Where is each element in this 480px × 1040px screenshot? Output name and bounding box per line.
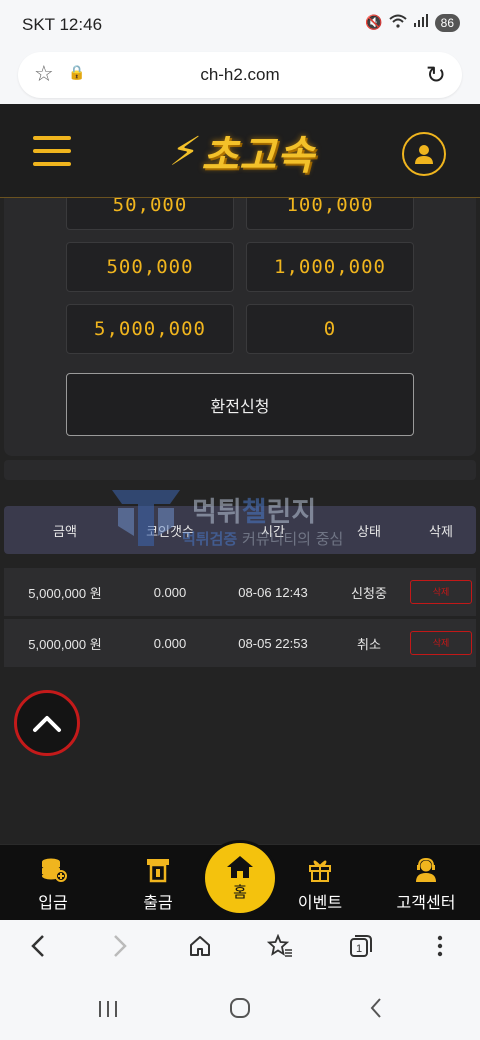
header-amount: 금액 bbox=[53, 524, 77, 540]
table-row: 5,000,000 원 0.000 08-05 22:53 취소 삭제 bbox=[4, 619, 476, 667]
nav-deposit-label: 입금 bbox=[38, 893, 68, 912]
row-time: 08-06 12:43 bbox=[238, 584, 308, 600]
gift-icon bbox=[272, 857, 368, 885]
site-header: ⚡ 초고속 bbox=[0, 104, 480, 198]
amount-button-5000000[interactable]: 5,000,000 bbox=[66, 304, 234, 354]
headset-agent-icon bbox=[378, 857, 474, 885]
row-time: 08-05 22:53 bbox=[238, 635, 308, 651]
header-coins: 코인갯수 bbox=[146, 524, 194, 540]
user-icon bbox=[415, 145, 433, 164]
nav-withdraw[interactable]: 출금 bbox=[110, 857, 206, 913]
reload-icon[interactable]: ↻ bbox=[426, 61, 446, 89]
url-text[interactable]: ch-h2.com bbox=[18, 65, 462, 85]
row-amount: 5,000,000 원 bbox=[28, 585, 102, 601]
bookmarks-icon[interactable] bbox=[260, 933, 300, 966]
signal-icon bbox=[413, 14, 429, 32]
menu-icon[interactable] bbox=[33, 136, 71, 168]
recent-apps-icon[interactable] bbox=[88, 996, 128, 1026]
forward-icon[interactable] bbox=[100, 934, 140, 966]
delete-button[interactable]: 삭제 bbox=[410, 580, 472, 604]
panel-footer-strip bbox=[4, 460, 476, 480]
system-navigation bbox=[0, 980, 480, 1040]
nav-event-label: 이벤트 bbox=[297, 893, 343, 912]
bottom-navigation: 입금 출금 홈 이벤트 고객센터 bbox=[0, 843, 480, 920]
main-content: 50,000 100,000 500,000 1,000,000 5,000,0… bbox=[0, 198, 480, 844]
back-icon[interactable] bbox=[18, 934, 58, 966]
withdraw-apply-button[interactable]: 환전신청 bbox=[66, 373, 414, 436]
carrier-time: SKT 12:46 bbox=[22, 15, 103, 34]
chevron-up-icon bbox=[33, 716, 61, 732]
row-amount: 5,000,000 원 bbox=[28, 636, 102, 652]
profile-button[interactable] bbox=[402, 132, 446, 176]
home-icon[interactable] bbox=[180, 934, 220, 966]
nav-support-label: 고객센터 bbox=[396, 893, 456, 912]
delete-button[interactable]: 삭제 bbox=[410, 631, 472, 655]
amount-button-500000[interactable]: 500,000 bbox=[66, 242, 234, 292]
nav-home-label: 홈 bbox=[233, 883, 247, 901]
lightning-icon: ⚡ bbox=[167, 129, 204, 175]
home-icon bbox=[205, 855, 275, 881]
status-icons: 🔇 86 bbox=[365, 14, 460, 32]
logo-text: 초고속 bbox=[201, 133, 315, 179]
row-coins: 0.000 bbox=[153, 584, 187, 600]
tabs-icon[interactable]: 1 bbox=[340, 934, 380, 966]
table-row: 5,000,000 원 0.000 08-06 12:43 신청중 삭제 bbox=[4, 568, 476, 616]
amount-button-100000[interactable]: 100,000 bbox=[246, 198, 414, 230]
system-back-icon[interactable] bbox=[356, 996, 396, 1026]
header-status: 상태 bbox=[357, 524, 381, 540]
amount-button-50000[interactable]: 50,000 bbox=[66, 198, 234, 230]
table-header: 금액 코인갯수 시간 상태 삭제 bbox=[4, 506, 476, 554]
status-bar: SKT 12:46 🔇 86 bbox=[0, 0, 480, 50]
mute-icon: 🔇 bbox=[365, 15, 383, 31]
coins-icon bbox=[5, 857, 101, 885]
atm-icon bbox=[110, 857, 206, 885]
nav-withdraw-label: 출금 bbox=[143, 893, 173, 912]
more-menu-icon[interactable] bbox=[420, 934, 460, 966]
scroll-to-top-button[interactable] bbox=[14, 690, 80, 756]
header-time: 시간 bbox=[261, 524, 285, 540]
amount-button-1000000[interactable]: 1,000,000 bbox=[246, 242, 414, 292]
home-circle-icon[interactable] bbox=[220, 996, 260, 1026]
svg-text:1: 1 bbox=[356, 943, 362, 955]
battery-badge: 86 bbox=[434, 14, 460, 32]
wifi-icon bbox=[388, 14, 407, 32]
site-logo[interactable]: ⚡ 초고속 bbox=[138, 122, 348, 182]
address-bar[interactable]: ☆ 🔒 ch-h2.com ↻ bbox=[18, 52, 462, 98]
withdraw-panel: 50,000 100,000 500,000 1,000,000 5,000,0… bbox=[4, 198, 476, 456]
amount-reset-button[interactable]: 0 bbox=[246, 304, 414, 354]
nav-home[interactable]: 홈 bbox=[205, 843, 275, 913]
row-status: 취소 bbox=[357, 636, 381, 652]
nav-support[interactable]: 고객센터 bbox=[378, 857, 474, 913]
nav-deposit[interactable]: 입금 bbox=[5, 857, 101, 913]
browser-toolbar: 1 bbox=[0, 920, 480, 980]
nav-event[interactable]: 이벤트 bbox=[272, 857, 368, 913]
row-coins: 0.000 bbox=[153, 635, 187, 651]
row-status: 신청중 bbox=[351, 585, 387, 601]
header-delete: 삭제 bbox=[429, 524, 453, 540]
